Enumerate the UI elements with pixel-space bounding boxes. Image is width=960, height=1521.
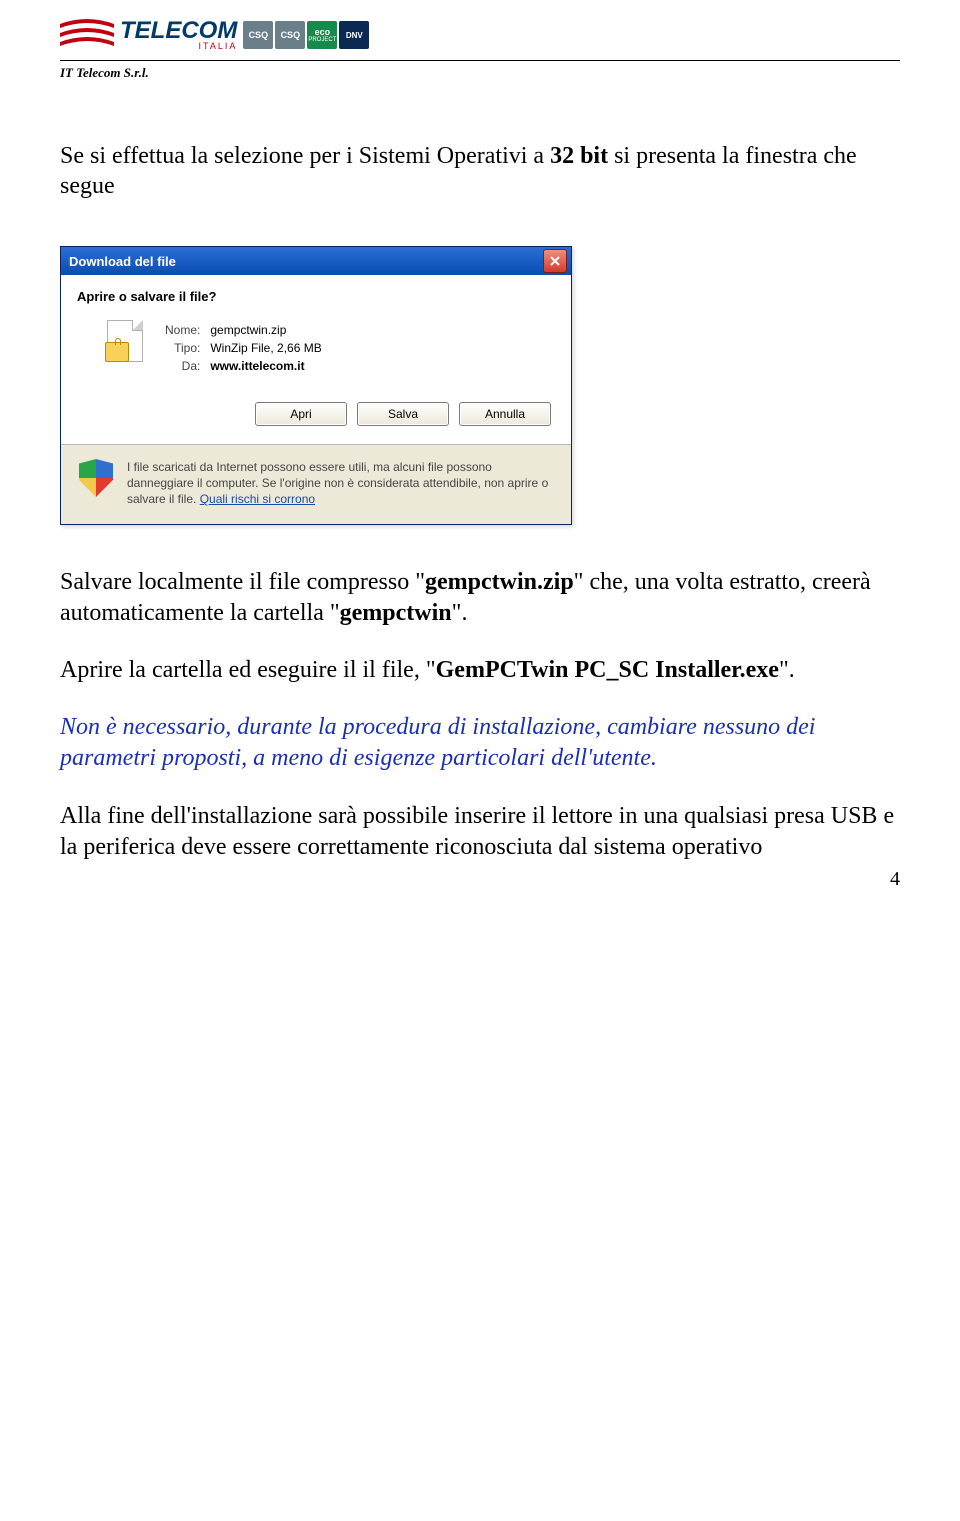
intro-prefix: Se si effettua la selezione per i Sistem… xyxy=(60,143,550,169)
label-type: Tipo: xyxy=(161,340,204,356)
telecom-waves-icon xyxy=(60,18,114,52)
page-number: 4 xyxy=(890,868,900,891)
telecom-logo: TELECOM ITALIA xyxy=(60,18,237,52)
close-icon[interactable] xyxy=(543,249,567,273)
dialog-footer: I file scaricati da Internet possono ess… xyxy=(61,445,571,524)
dialog-title: Download del file xyxy=(69,254,176,269)
save-button[interactable]: Salva xyxy=(357,402,449,426)
file-name: gempctwin.zip xyxy=(206,322,325,338)
shield-icon xyxy=(79,459,113,497)
file-type: WinZip File, 2,66 MB xyxy=(206,340,325,356)
logo-text: TELECOM xyxy=(120,19,237,43)
open-button[interactable]: Apri xyxy=(255,402,347,426)
company-line: IT Telecom S.r.l. xyxy=(60,60,900,81)
dialog-question: Aprire o salvare il file? xyxy=(77,289,555,304)
label-name: Nome: xyxy=(161,322,204,338)
header-logos: TELECOM ITALIA CSQ CSQ ecoPROJECT DNV xyxy=(60,18,900,52)
dnv-badge: DNV xyxy=(339,21,369,49)
csq-badge-2: CSQ xyxy=(275,21,305,49)
paragraph-1: Salvare localmente il file compresso "ge… xyxy=(60,567,900,629)
dialog-buttons: Apri Salva Annulla xyxy=(77,402,551,426)
eco-badge: ecoPROJECT xyxy=(307,21,337,49)
file-from: www.ittelecom.it xyxy=(206,358,325,374)
download-dialog: Download del file Aprire o salvare il fi… xyxy=(60,246,572,525)
cancel-button[interactable]: Annulla xyxy=(459,402,551,426)
risks-link[interactable]: Quali rischi si corrono xyxy=(200,492,315,506)
warning-text: I file scaricati da Internet possono ess… xyxy=(127,460,548,506)
dialog-body: Aprire o salvare il file? Nome: gempctwi… xyxy=(61,275,571,445)
intro-bits: 32 bit xyxy=(550,143,608,169)
csq-badge: CSQ xyxy=(243,21,273,49)
certification-badges: CSQ CSQ ecoPROJECT DNV xyxy=(243,21,369,49)
dialog-titlebar[interactable]: Download del file xyxy=(61,247,571,275)
dialog-warning: I file scaricati da Internet possono ess… xyxy=(127,459,553,508)
intro-text: Se si effettua la selezione per i Sistem… xyxy=(60,141,900,201)
label-from: Da: xyxy=(161,358,204,374)
note-paragraph: Non è necessario, durante la procedura d… xyxy=(60,712,900,774)
paragraph-3: Alla fine dell'installazione sarà possib… xyxy=(60,801,900,863)
paragraph-2: Aprire la cartella ed eseguire il il fil… xyxy=(60,655,900,686)
zip-file-icon xyxy=(105,320,145,364)
file-info: Nome: gempctwin.zip Tipo: WinZip File, 2… xyxy=(105,320,555,376)
